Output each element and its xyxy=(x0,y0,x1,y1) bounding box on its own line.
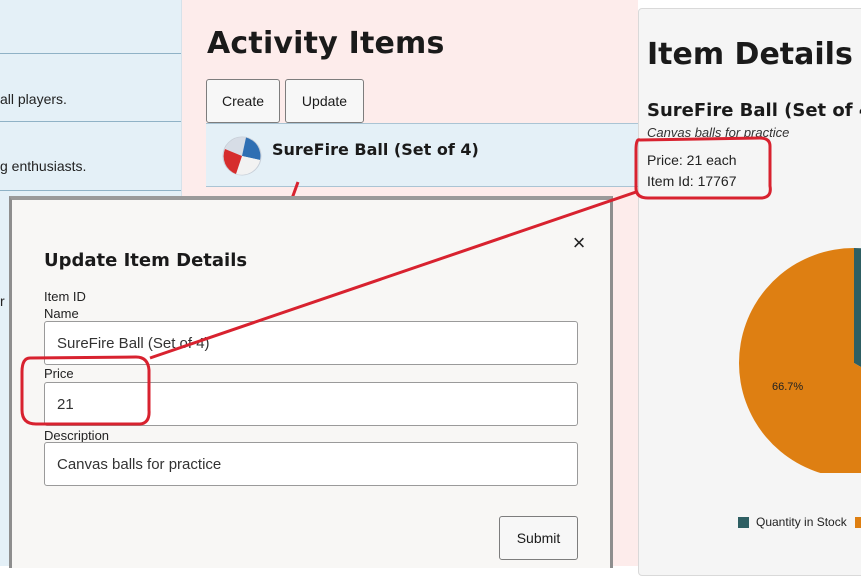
legend-swatch-quantity xyxy=(738,516,749,528)
description-label: Description xyxy=(44,428,110,443)
legend-label-quantity: Quantity in Stock xyxy=(756,515,847,529)
list-item-description[interactable]: all players. xyxy=(0,91,181,107)
ball-icon xyxy=(222,136,262,176)
list-divider xyxy=(0,121,181,122)
item-id-label: Item ID xyxy=(44,289,86,304)
name-field[interactable]: SureFire Ball (Set of 4) xyxy=(44,321,578,365)
dialog-title: Update Item Details xyxy=(44,250,248,271)
activity-item-row[interactable]: SureFire Ball (Set of 4) xyxy=(206,123,638,187)
description-field[interactable]: Canvas balls for practice xyxy=(44,442,578,486)
list-divider xyxy=(0,190,181,191)
item-details-panel: Item Details SureFire Ball (Set of 4) Ca… xyxy=(638,8,861,576)
submit-button[interactable]: Submit xyxy=(499,516,578,560)
create-button[interactable]: Create xyxy=(206,79,280,123)
pie-slice-label: 66.7% xyxy=(772,381,803,393)
item-name-heading: SureFire Ball (Set of 4) xyxy=(647,100,861,121)
legend-swatch-other xyxy=(854,516,861,528)
update-button[interactable]: Update xyxy=(285,79,364,123)
item-description: Canvas balls for practice xyxy=(647,125,790,140)
item-details-title: Item Details xyxy=(647,37,853,72)
activity-items-title: Activity Items xyxy=(207,26,445,61)
activity-item-name: SureFire Ball (Set of 4) xyxy=(272,140,479,159)
chart-legend: Quantity in Stock xyxy=(738,515,861,529)
price-label: Price xyxy=(44,366,74,381)
item-id: Item Id: 17767 xyxy=(647,173,737,189)
close-icon[interactable]: × xyxy=(568,232,590,254)
list-divider xyxy=(0,53,181,54)
name-label: Name xyxy=(44,306,79,321)
quantity-pie-chart: 66.7% xyxy=(739,248,861,473)
item-price: Price: 21 each xyxy=(647,152,737,168)
update-item-dialog: Update Item Details × Item ID Name SureF… xyxy=(9,196,613,568)
list-item-description[interactable]: g enthusiasts. xyxy=(0,158,181,174)
pie-slice xyxy=(739,248,861,473)
price-field[interactable]: 21 xyxy=(44,382,578,426)
